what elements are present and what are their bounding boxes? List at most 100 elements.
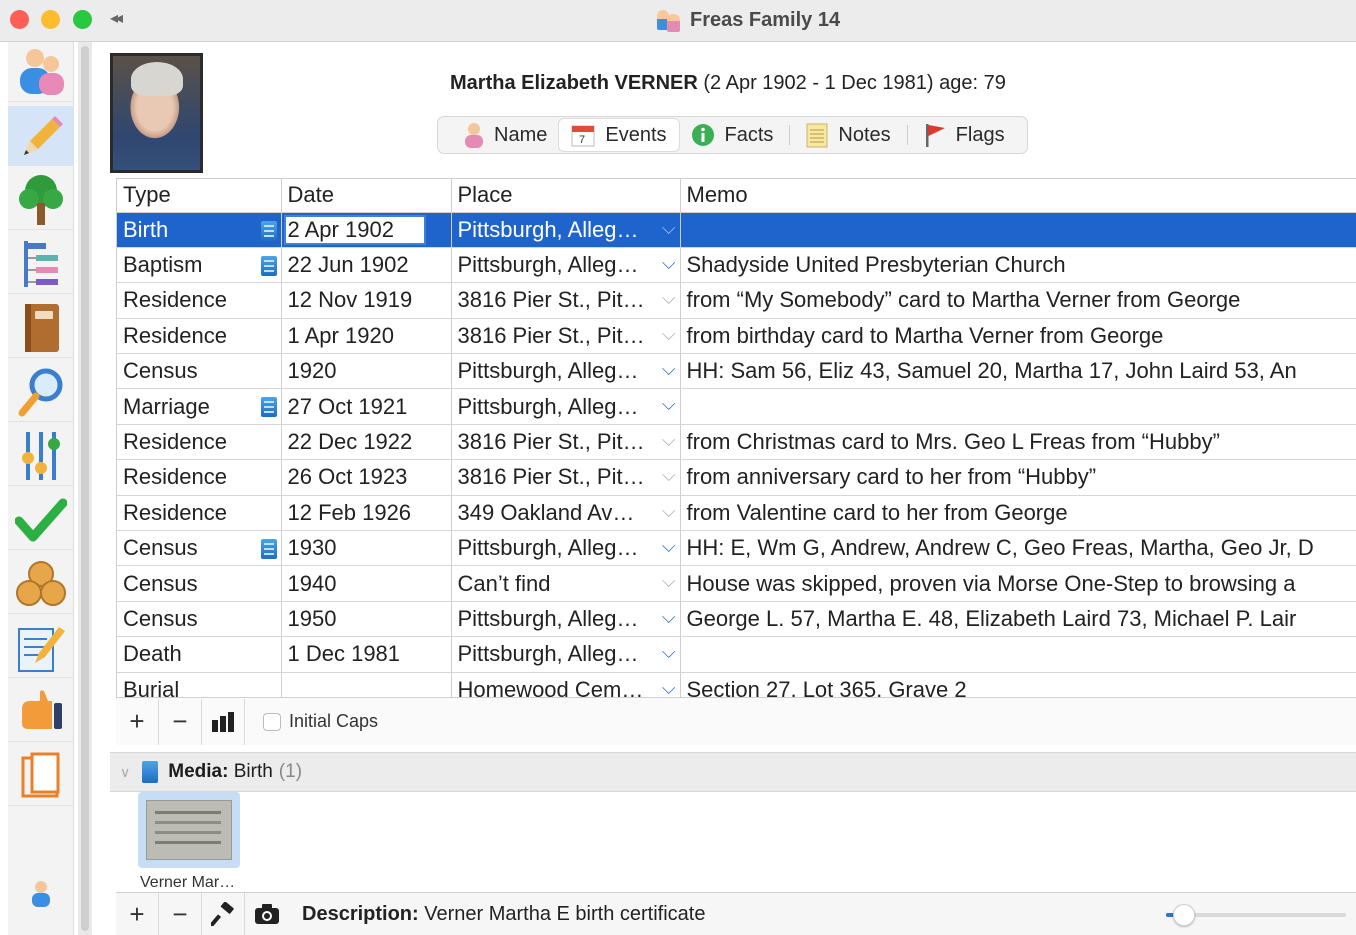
place-chevron-down-icon[interactable]: ⌵ [662,607,676,628]
event-date-cell[interactable]: 1920 [281,353,452,390]
media-attached-icon[interactable] [260,220,277,241]
event-memo-cell[interactable]: from Christmas card to Mrs. Geo L Freas … [680,424,1356,461]
event-type-cell[interactable]: Residence [117,459,282,496]
event-place-cell[interactable]: Pittsburgh, Alleg… ⌵ [451,247,681,284]
table-row[interactable]: Burial Homewood Cem… ⌵ Section 27, Lot 365,… [117,672,1356,697]
event-place-cell[interactable]: Pittsburgh, Alleg… ⌵ [451,353,681,390]
event-place-cell[interactable]: 3816 Pier St., Pit… ⌵ [451,459,681,496]
close-window-button[interactable] [10,10,29,29]
column-header-date[interactable]: Date [281,179,452,213]
search-button[interactable] [8,362,74,422]
media-section-header[interactable]: ∨ Media: Birth (1) [110,752,1356,792]
tab-notes[interactable]: Notes [794,119,902,151]
table-row[interactable]: Census 1930 Pittsburgh, Alleg… ⌵ HH: E, Wm G… [117,530,1356,567]
remove-event-button[interactable]: − [159,698,202,745]
event-date-cell[interactable]: 1930 [281,530,452,567]
place-chevron-down-icon[interactable]: ⌵ [662,465,676,486]
table-row[interactable]: Death 1 Dec 1981 Pittsburgh, Alleg… ⌵ [117,636,1356,673]
event-place-cell[interactable]: 3816 Pier St., Pit… ⌵ [451,282,681,319]
sidebar-scroll-thumb[interactable] [81,46,89,931]
event-date-cell[interactable]: 26 Oct 1923 [281,459,452,496]
column-header-type[interactable]: Type [117,179,282,213]
event-date-cell[interactable]: 27 Oct 1921 [281,388,452,425]
table-row[interactable]: Residence 26 Oct 1923 3816 Pier St., Pit… ⌵… [117,459,1356,496]
minimize-window-button[interactable] [41,10,60,29]
event-type-cell[interactable]: Burial [117,672,282,697]
event-memo-cell[interactable] [680,212,1356,248]
event-date-cell[interactable]: 1940 [281,565,452,602]
table-row[interactable]: Residence 12 Feb 1926 349 Oakland Av… ⌵ from… [117,495,1356,532]
add-event-button[interactable]: + [116,698,159,745]
event-memo-cell[interactable]: from anniversary card to her from “Hubby… [680,459,1356,496]
event-place-cell[interactable]: Pittsburgh, Alleg… ⌵ [451,388,681,425]
zoom-window-button[interactable] [73,10,92,29]
event-type-cell[interactable]: Census [117,565,282,602]
event-type-cell[interactable]: Residence [117,424,282,461]
event-date-cell[interactable]: 12 Feb 1926 [281,495,452,532]
book-button[interactable] [8,298,74,358]
place-chevron-down-icon[interactable]: ⌵ [662,642,676,663]
table-row[interactable]: Census 1920 Pittsburgh, Alleg… ⌵ HH: Sam 56,… [117,353,1356,390]
event-place-cell[interactable]: Can’t find ⌵ [451,565,681,602]
tab-facts[interactable]: Facts [679,119,786,151]
person-portrait[interactable] [110,53,203,173]
event-type-cell[interactable]: Baptism [117,247,282,284]
initial-caps-checkbox[interactable] [263,712,281,731]
disclosure-chevron-icon[interactable]: ∨ [120,764,130,781]
event-date-cell[interactable]: 1950 [281,601,452,638]
event-memo-cell[interactable]: from “My Somebody” card to Martha Verner… [680,282,1356,319]
event-memo-cell[interactable]: from Valentine card to her from George [680,495,1356,532]
place-chevron-down-icon[interactable]: ⌵ [662,359,676,380]
event-date-cell[interactable] [281,672,452,697]
hints-button[interactable] [8,682,74,742]
event-type-cell[interactable]: Census [117,601,282,638]
split-view-button[interactable] [8,746,74,806]
media-attached-icon[interactable] [260,539,277,560]
event-date-cell[interactable]: 12 Nov 1919 [281,282,452,319]
event-date[interactable]: 2 Apr 1902 [283,214,426,245]
event-memo-cell[interactable]: from birthday card to Martha Verner from… [680,318,1356,355]
table-row[interactable]: Birth 2 Apr 1902 Pittsburgh, Alleg… ⌵ [117,212,1356,248]
column-header-memo[interactable]: Memo [680,179,1356,213]
place-chevron-down-icon[interactable]: ⌵ [662,394,676,415]
event-place-cell[interactable]: 3816 Pier St., Pit… ⌵ [451,424,681,461]
tab-name[interactable]: Name [452,119,559,151]
event-memo-cell[interactable]: Section 27, Lot 365, Grave 2 [680,672,1356,697]
tab-events[interactable]: 7 Events [559,119,679,151]
event-memo-cell[interactable]: Shadyside United Presbyterian Church [680,247,1356,284]
event-memo-cell[interactable]: George L. 57, Martha E. 48, Elizabeth La… [680,601,1356,638]
table-row[interactable]: Residence 12 Nov 1919 3816 Pier St., Pit… ⌵… [117,282,1356,319]
table-row[interactable]: Residence 22 Dec 1922 3816 Pier St., Pit… ⌵… [117,424,1356,461]
event-place-cell[interactable]: Pittsburgh, Alleg… ⌵ [451,212,681,248]
event-date-cell[interactable]: 22 Dec 1922 [281,424,452,461]
place-chevron-down-icon[interactable]: ⌵ [662,571,676,592]
event-type-cell[interactable]: Residence [117,495,282,532]
event-place-cell[interactable]: Pittsburgh, Alleg… ⌵ [451,636,681,673]
adjustments-button[interactable] [8,426,74,486]
event-date-cell[interactable]: 1 Dec 1981 [281,636,452,673]
person-mini-button[interactable] [8,874,74,914]
event-place-cell[interactable]: Pittsburgh, Alleg… ⌵ [451,530,681,567]
sources-button[interactable] [8,554,74,614]
event-date-cell[interactable]: 22 Jun 1902 [281,247,452,284]
table-row[interactable]: Baptism 22 Jun 1902 Pittsburgh, Alleg… ⌵ Sha… [117,247,1356,284]
event-memo-cell[interactable]: HH: E, Wm G, Andrew, Andrew C, Geo Freas… [680,530,1356,567]
family-view-button[interactable] [8,42,74,102]
event-place-cell[interactable]: 3816 Pier St., Pit… ⌵ [451,318,681,355]
edit-media-button[interactable] [202,893,245,935]
add-media-button[interactable]: + [116,893,159,935]
event-memo-cell[interactable] [680,636,1356,673]
place-chevron-down-icon[interactable]: ⌵ [662,324,676,345]
slider-knob[interactable] [1173,904,1195,926]
event-type-cell[interactable]: Census [117,530,282,567]
event-place-cell[interactable]: Pittsburgh, Alleg… ⌵ [451,601,681,638]
event-memo-cell[interactable] [680,388,1356,425]
event-memo-cell[interactable]: House was skipped, proven via Morse One-… [680,565,1356,602]
notes-button[interactable] [8,618,74,678]
tree-view-button[interactable] [8,170,74,230]
event-type-cell[interactable]: Residence [117,318,282,355]
events-table[interactable]: Type Date Place Memo Birth 2 Apr 1902 Pitt… [116,178,1356,697]
table-row[interactable]: Census 1940 Can’t find ⌵ House was skipped, … [117,565,1356,602]
description-value[interactable]: Verner Martha E birth certificate [424,903,705,925]
event-date-cell[interactable]: 2 Apr 1902 [281,212,452,248]
